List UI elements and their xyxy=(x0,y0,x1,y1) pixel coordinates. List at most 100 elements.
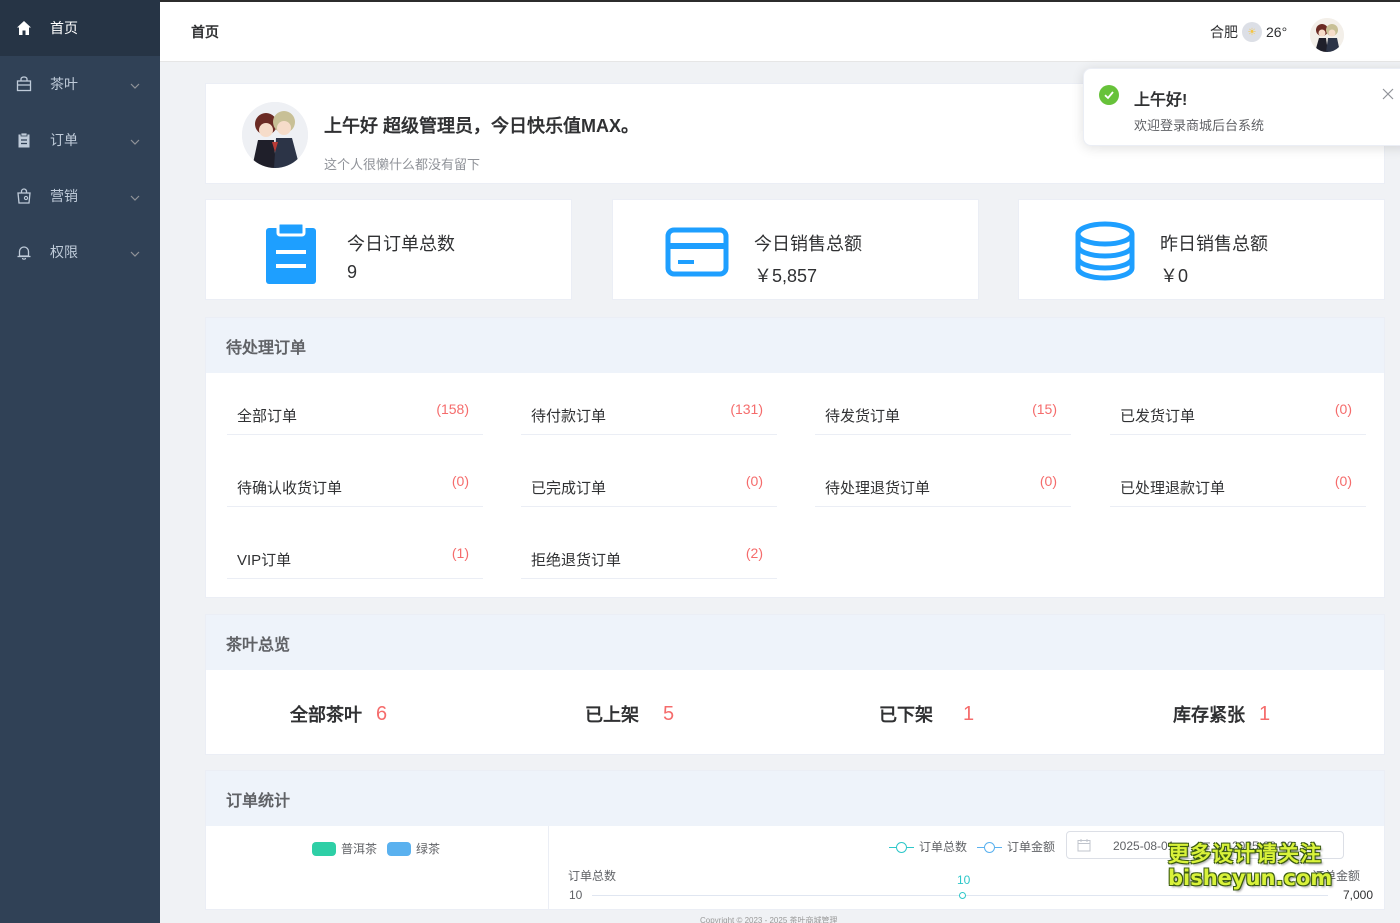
clipboard-icon xyxy=(16,132,32,148)
order-label: 待发货订单 xyxy=(825,408,901,425)
data-point[interactable] xyxy=(959,892,966,899)
order-item-refunded[interactable]: 已处理退款订单 (0) xyxy=(1110,461,1366,507)
user-avatar[interactable] xyxy=(1310,18,1344,52)
footer-copyright: Copyright © 2023 - 2025 茶叶商城管理 xyxy=(700,916,838,923)
legend-swatch xyxy=(312,841,336,856)
order-item-completed[interactable]: 已完成订单 (0) xyxy=(521,461,777,507)
stat-label: 昨日销售总额 xyxy=(1160,234,1268,254)
tea-stat-low-stock: 库存紧张 1 xyxy=(1173,701,1270,727)
coins-icon xyxy=(1071,220,1135,284)
home-icon xyxy=(16,20,32,36)
chevron-down-icon xyxy=(130,134,140,145)
order-count: (2) xyxy=(745,545,763,561)
pie-legend-item[interactable]: 普洱茶 xyxy=(312,840,377,857)
order-count: (0) xyxy=(1334,401,1352,417)
tea-stat-value: 5 xyxy=(663,702,675,725)
line-legend-item[interactable]: 订单金额 xyxy=(977,838,1055,855)
panel-title: 订单统计 xyxy=(206,771,1384,826)
welcome-subtitle: 这个人很懒什么都没有留下 xyxy=(324,157,481,172)
stat-label: 今日订单总数 xyxy=(347,234,455,254)
login-toast: 上午好! 欢迎登录商城后台系统 xyxy=(1083,68,1400,146)
sidebar-item-home[interactable]: 首页 xyxy=(0,0,160,56)
sidebar-item-marketing[interactable]: 营销 xyxy=(0,168,160,224)
toast-title: 上午好! xyxy=(1134,92,1188,109)
order-count: (0) xyxy=(745,473,763,489)
stat-card-today-sales: 今日销售总额 ￥5,857 xyxy=(612,199,979,300)
legend-swatch xyxy=(387,841,411,856)
sidebar-item-label: 茶叶 xyxy=(50,76,78,92)
legend-line-marker xyxy=(977,840,1002,854)
breadcrumb[interactable]: 首页 xyxy=(191,22,219,42)
weather-widget: 合肥 ☀ 26° xyxy=(1210,22,1287,42)
tea-stat-value: 1 xyxy=(1259,702,1271,725)
clipboard-icon xyxy=(258,220,322,284)
order-item-return-rejected[interactable]: 拒绝退货订单 (2) xyxy=(521,533,777,579)
left-axis-tick: 10 xyxy=(569,888,583,902)
watermark-line: 更多设计请关注 xyxy=(1168,842,1322,866)
data-point-label: 10 xyxy=(957,873,971,887)
stat-card-yesterday-sales: 昨日销售总额 ￥0 xyxy=(1018,199,1385,300)
legend-label: 普洱茶 xyxy=(341,842,378,856)
shopping-bag-icon xyxy=(16,188,32,204)
divider xyxy=(548,826,549,909)
sidebar-item-label: 权限 xyxy=(50,244,78,260)
chevron-down-icon xyxy=(130,246,140,257)
order-label: 已完成订单 xyxy=(531,480,607,497)
tea-overview-panel: 茶叶总览 全部茶叶 6 已上架 5 已下架 1 库存紧张 1 xyxy=(205,614,1385,755)
sidebar-item-permissions[interactable]: 权限 xyxy=(0,224,160,280)
order-label: VIP订单 xyxy=(237,552,292,569)
legend-label: 订单总数 xyxy=(919,840,968,854)
stat-value: ￥0 xyxy=(1160,266,1189,286)
tea-stat-all: 全部茶叶 6 xyxy=(290,701,387,727)
chevron-down-icon xyxy=(130,78,140,89)
tea-stat-value: 1 xyxy=(963,702,975,725)
calendar-icon xyxy=(1077,838,1091,855)
tea-stat-label: 已上架 xyxy=(585,705,639,725)
panel-title: 茶叶总览 xyxy=(206,615,1384,670)
line-legend-item[interactable]: 订单总数 xyxy=(889,838,967,855)
sidebar-item-orders[interactable]: 订单 xyxy=(0,112,160,168)
order-item-unpaid[interactable]: 待付款订单 (131) xyxy=(521,389,777,435)
order-item-return-pending[interactable]: 待处理退货订单 (0) xyxy=(815,461,1071,507)
order-count: (1) xyxy=(451,545,469,561)
avatar xyxy=(242,102,308,168)
chevron-down-icon xyxy=(130,190,140,201)
order-item-to-ship[interactable]: 待发货订单 (15) xyxy=(815,389,1071,435)
tea-stat-label: 已下架 xyxy=(879,705,933,725)
stat-value: ￥5,857 xyxy=(754,266,818,286)
sidebar-item-tea[interactable]: 茶叶 xyxy=(0,56,160,112)
order-count: (0) xyxy=(1334,473,1352,489)
sidebar-item-label: 营销 xyxy=(50,188,78,204)
stat-card-today-orders: 今日订单总数 9 xyxy=(205,199,572,300)
weather-temperature: 26° xyxy=(1266,24,1288,40)
tea-stat-label: 库存紧张 xyxy=(1173,705,1245,725)
order-label: 已处理退款订单 xyxy=(1120,480,1226,497)
order-count: (131) xyxy=(730,401,763,417)
stat-label: 今日销售总额 xyxy=(754,234,862,254)
order-count: (0) xyxy=(1039,473,1057,489)
close-icon[interactable] xyxy=(1382,87,1394,100)
order-item-to-confirm[interactable]: 待确认收货订单 (0) xyxy=(227,461,483,507)
pie-legend-item[interactable]: 绿茶 xyxy=(387,840,440,857)
order-item-all[interactable]: 全部订单 (158) xyxy=(227,389,483,435)
pending-orders-panel: 待处理订单 全部订单 (158) 待付款订单 (131) 待发货订单 (15) … xyxy=(205,317,1385,598)
top-header: 首页 合肥 ☀ 26° xyxy=(160,0,1400,62)
watermark-line: bisheyun.com xyxy=(1168,866,1333,891)
order-label: 待处理退货订单 xyxy=(825,480,931,497)
sidebar-item-label: 订单 xyxy=(50,132,78,148)
stat-value: 9 xyxy=(347,262,358,282)
order-item-shipped[interactable]: 已发货订单 (0) xyxy=(1110,389,1366,435)
order-label: 拒绝退货订单 xyxy=(531,552,622,569)
date-start[interactable]: 2025-08-01 xyxy=(1113,839,1174,853)
order-item-vip[interactable]: VIP订单 (1) xyxy=(227,533,483,579)
order-label: 全部订单 xyxy=(237,408,298,425)
bag-icon xyxy=(16,76,32,92)
order-label: 已发货订单 xyxy=(1120,408,1196,425)
legend-label: 绿茶 xyxy=(416,842,441,856)
watermark: 更多设计请关注 bisheyun.com xyxy=(1168,842,1336,890)
sun-icon: ☀ xyxy=(1242,22,1262,42)
tea-stat-unlisted: 已下架 1 xyxy=(879,701,974,727)
right-axis-tick: 7,000 xyxy=(1343,888,1374,902)
order-label: 待付款订单 xyxy=(531,408,607,425)
tea-stat-label: 全部茶叶 xyxy=(290,705,362,725)
